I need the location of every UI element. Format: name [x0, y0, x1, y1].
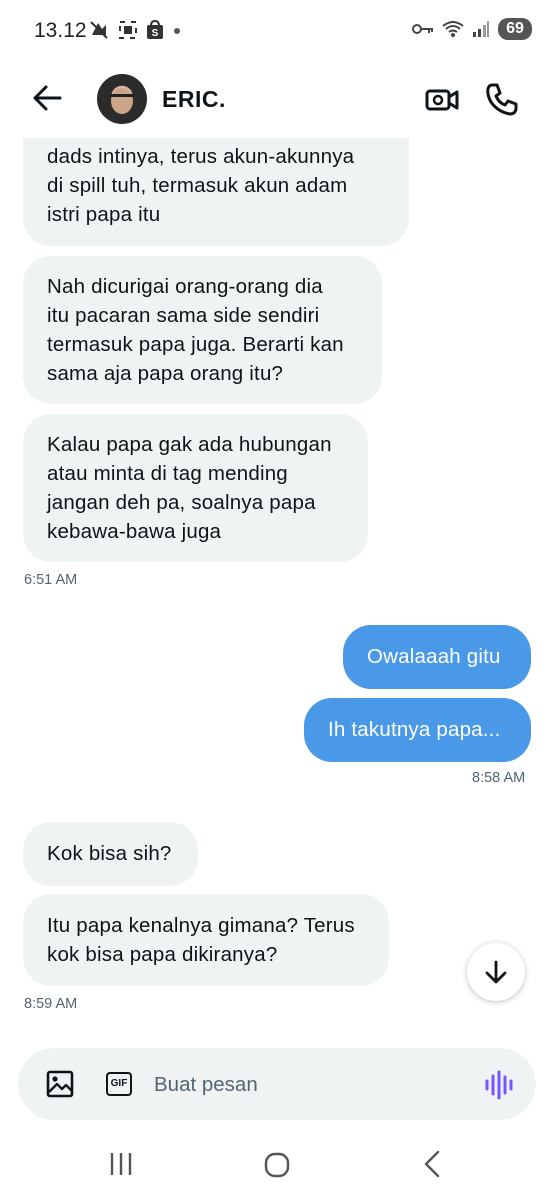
message-input[interactable]	[154, 1070, 454, 1100]
image-icon[interactable]	[46, 1070, 74, 1098]
message-line: Kok bisa sih?	[47, 842, 172, 865]
message-line: Nah dicurigai orang-orang dia	[47, 275, 323, 298]
signal-icon	[473, 21, 489, 37]
message-bubble-incoming[interactable]: Kalau papa gak ada hubungan atau minta d…	[23, 414, 368, 562]
message-line: sama aja papa orang itu?	[47, 362, 284, 385]
arrow-down-icon	[485, 960, 507, 984]
message-line: Ih takutnya papa...	[328, 718, 501, 741]
message-line: Owalaaah gitu	[367, 645, 501, 668]
message-line: jangan deh pa, soalnya papa	[47, 491, 316, 514]
shopee-icon: S	[147, 20, 163, 39]
battery-icon: 69	[498, 18, 532, 40]
status-time: 13.12	[34, 19, 87, 42]
home-icon[interactable]	[264, 1152, 290, 1178]
message-line: istri papa itu	[47, 203, 161, 226]
message-line: Itu papa kenalnya gimana? Terus	[47, 914, 355, 937]
avatar[interactable]	[97, 74, 147, 124]
message-bubble-outgoing[interactable]: Owalaaah gitu	[343, 625, 531, 689]
recent-apps-icon[interactable]	[108, 1151, 134, 1177]
contact-name[interactable]: ERIC.	[162, 86, 226, 113]
message-line: kebawa-bawa juga	[47, 520, 222, 543]
notification-muted-icon	[90, 21, 108, 39]
video-call-icon[interactable]	[424, 82, 460, 118]
message-composer: GIF	[18, 1048, 536, 1120]
conversation-header: ERIC.	[0, 62, 554, 138]
message-line: di spill tuh, termasuk akun adam	[47, 174, 348, 197]
scroll-to-bottom-button[interactable]	[467, 943, 525, 1001]
message-bubble-incoming[interactable]: dads intinya, terus akun-akunnya di spil…	[23, 138, 409, 246]
svg-text:S: S	[152, 28, 159, 39]
message-line: kok bisa papa dikiranya?	[47, 943, 278, 966]
message-thread: dads intinya, terus akun-akunnya di spil…	[0, 138, 554, 1038]
message-line: atau minta di tag mending	[47, 462, 288, 485]
message-timestamp: 8:59 AM	[24, 996, 78, 1012]
arrow-left-icon[interactable]	[30, 80, 66, 116]
message-timestamp: 6:51 AM	[24, 572, 78, 588]
message-bubble-incoming[interactable]: Itu papa kenalnya gimana? Terus kok bisa…	[23, 894, 389, 986]
phone-icon[interactable]	[484, 81, 520, 117]
message-bubble-incoming[interactable]: Nah dicurigai orang-orang dia itu pacara…	[23, 256, 382, 404]
vpn-key-icon	[412, 24, 433, 34]
gif-button[interactable]: GIF	[106, 1072, 132, 1096]
wifi-icon	[442, 21, 464, 37]
voice-waveform-icon[interactable]	[484, 1070, 514, 1100]
message-line: itu pacaran sama side sendiri	[47, 304, 320, 327]
back-chevron-icon[interactable]	[422, 1150, 442, 1178]
message-bubble-incoming[interactable]: Kok bisa sih?	[23, 822, 198, 886]
system-nav-bar	[0, 1128, 554, 1200]
message-line: dads intinya, terus akun-akunnya	[47, 145, 355, 168]
dot-icon	[174, 28, 180, 34]
status-bar: 13.12 S 69	[0, 0, 554, 62]
message-line: Kalau papa gak ada hubungan	[47, 433, 332, 456]
message-timestamp: 8:58 AM	[472, 770, 526, 786]
screenshot-icon	[119, 21, 137, 39]
message-line: termasuk papa juga. Berarti kan	[47, 333, 344, 356]
message-bubble-outgoing[interactable]: Ih takutnya papa...	[304, 698, 531, 762]
